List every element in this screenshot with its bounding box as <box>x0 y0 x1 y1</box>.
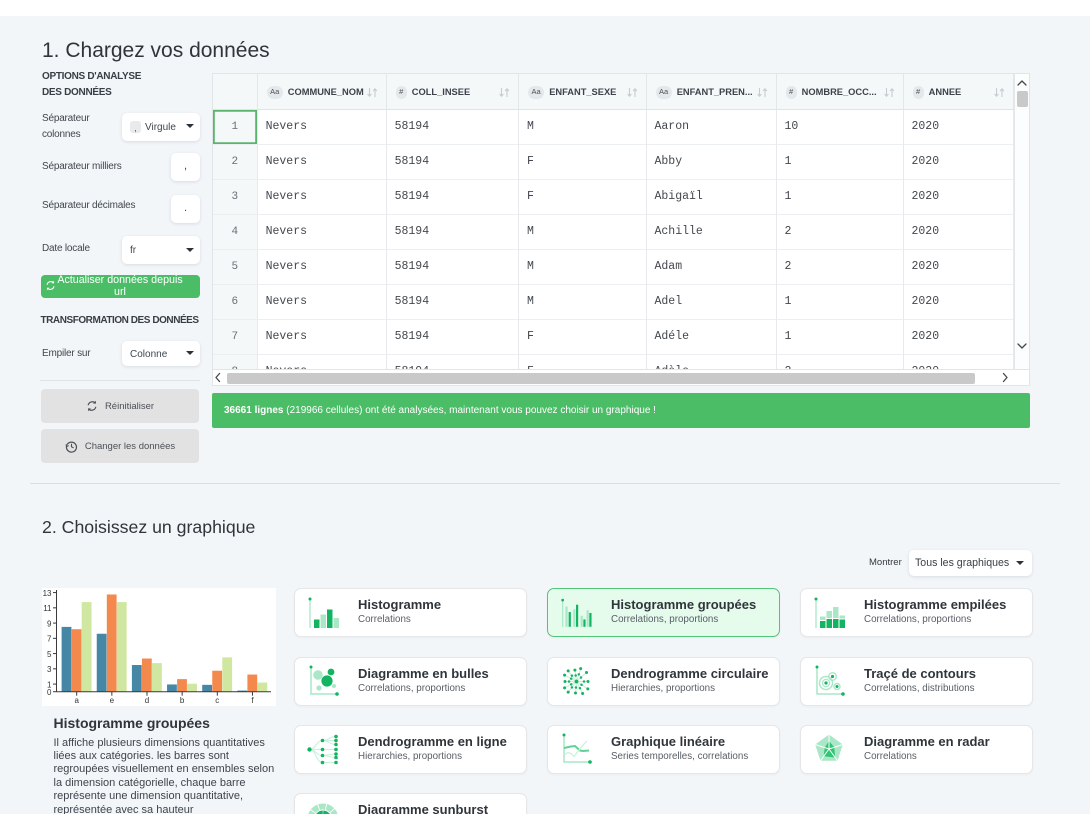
svg-text:d: d <box>144 696 148 705</box>
svg-text:11: 11 <box>43 604 52 613</box>
svg-text:a: a <box>74 696 79 705</box>
svg-text:9: 9 <box>47 619 52 628</box>
svg-text:b: b <box>179 696 184 705</box>
svg-text:f: f <box>251 696 254 705</box>
svg-text:13: 13 <box>42 589 51 598</box>
svg-text:7: 7 <box>47 635 52 644</box>
svg-text:e: e <box>109 696 114 705</box>
svg-text:5: 5 <box>47 650 52 659</box>
svg-text:1: 1 <box>47 680 52 689</box>
svg-text:3: 3 <box>47 665 52 674</box>
svg-text:c: c <box>215 696 219 705</box>
